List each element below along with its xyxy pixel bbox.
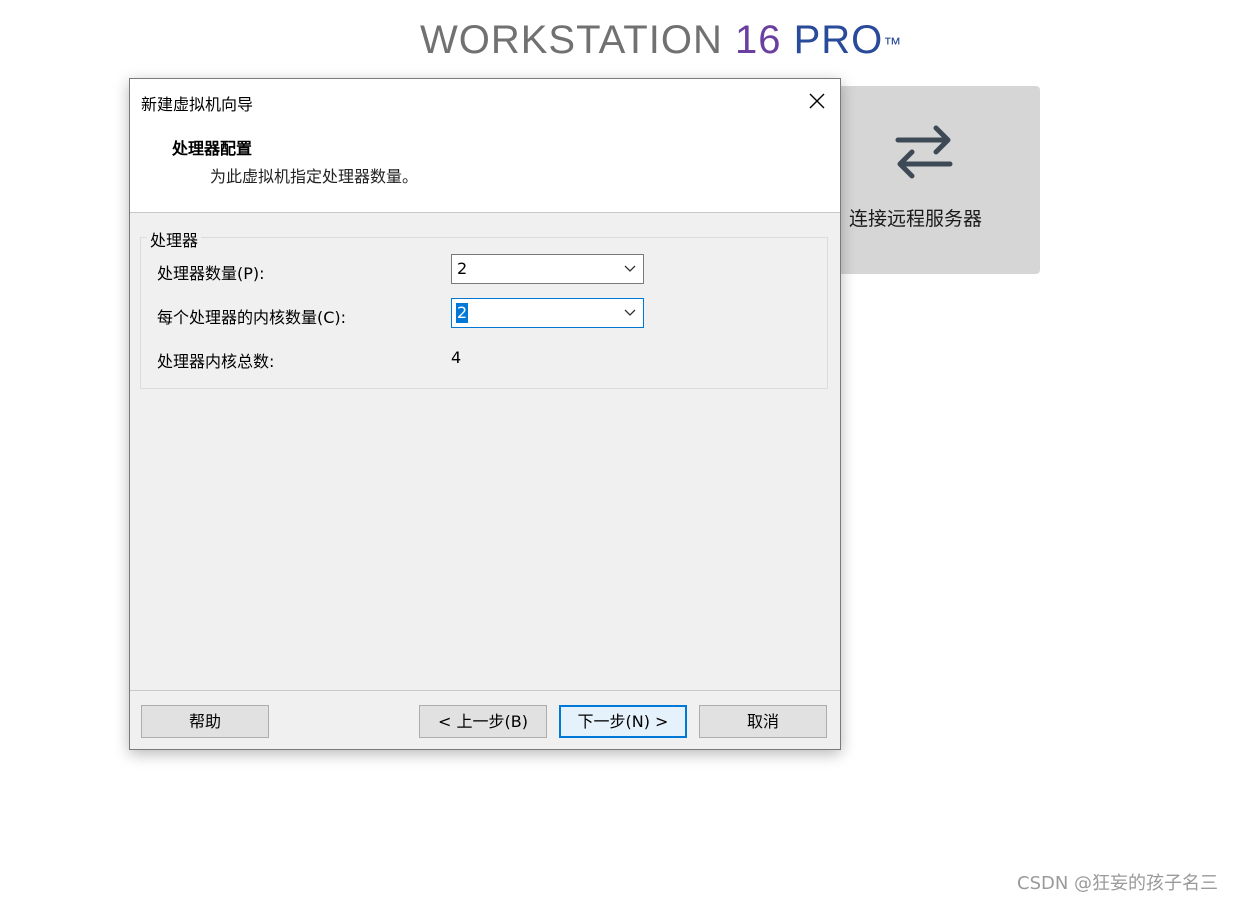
chevron-down-icon xyxy=(624,309,636,316)
dialog-title: 新建虚拟机向导 xyxy=(141,95,254,114)
processors-value: 2 xyxy=(457,259,468,278)
step-title: 处理器配置 xyxy=(172,139,253,158)
connect-remote-server-tile[interactable]: 连接远程服务器 xyxy=(838,86,1040,274)
product-logo: WORKSTATION 16 PRO™ xyxy=(420,18,902,62)
tile-label: 连接远程服务器 xyxy=(849,208,983,230)
cancel-button[interactable]: 取消 xyxy=(699,705,827,738)
cores-label: 每个处理器的内核数量(C): xyxy=(157,308,347,327)
chevron-down-icon xyxy=(624,265,636,272)
footer-divider xyxy=(130,690,840,691)
help-button[interactable]: 帮助 xyxy=(141,705,269,738)
back-button[interactable]: < 上一步(B) xyxy=(419,705,547,738)
swap-arrows-icon xyxy=(895,125,953,179)
watermark: CSDN @狂妄的孩子名三 xyxy=(1017,873,1219,894)
processor-group: 处理器 处理器数量(P): 2 每个处理器的内核数量(C): 2 处理器内核总数… xyxy=(140,227,828,389)
brand-tm: ™ xyxy=(883,34,903,54)
processors-select[interactable]: 2 xyxy=(451,254,644,284)
brand-number: 16 xyxy=(734,18,782,62)
next-button[interactable]: 下一步(N) > xyxy=(559,705,687,738)
cores-value: 2 xyxy=(456,303,469,323)
brand-word: WORKSTATION xyxy=(420,18,723,62)
new-vm-wizard-dialog: 新建虚拟机向导 处理器配置 为此虚拟机指定处理器数量。 处理器 处理器数量(P)… xyxy=(129,78,841,750)
total-cores-label: 处理器内核总数: xyxy=(157,352,275,371)
close-button[interactable] xyxy=(800,85,834,117)
close-icon xyxy=(809,93,825,109)
dialog-header: 新建虚拟机向导 处理器配置 为此虚拟机指定处理器数量。 xyxy=(130,79,840,213)
brand-edition: PRO xyxy=(793,18,884,62)
step-description: 为此虚拟机指定处理器数量。 xyxy=(210,167,419,186)
group-label: 处理器 xyxy=(147,227,202,251)
total-cores-value: 4 xyxy=(451,348,462,367)
processors-label: 处理器数量(P): xyxy=(157,264,265,283)
cores-per-processor-select[interactable]: 2 xyxy=(451,298,644,328)
